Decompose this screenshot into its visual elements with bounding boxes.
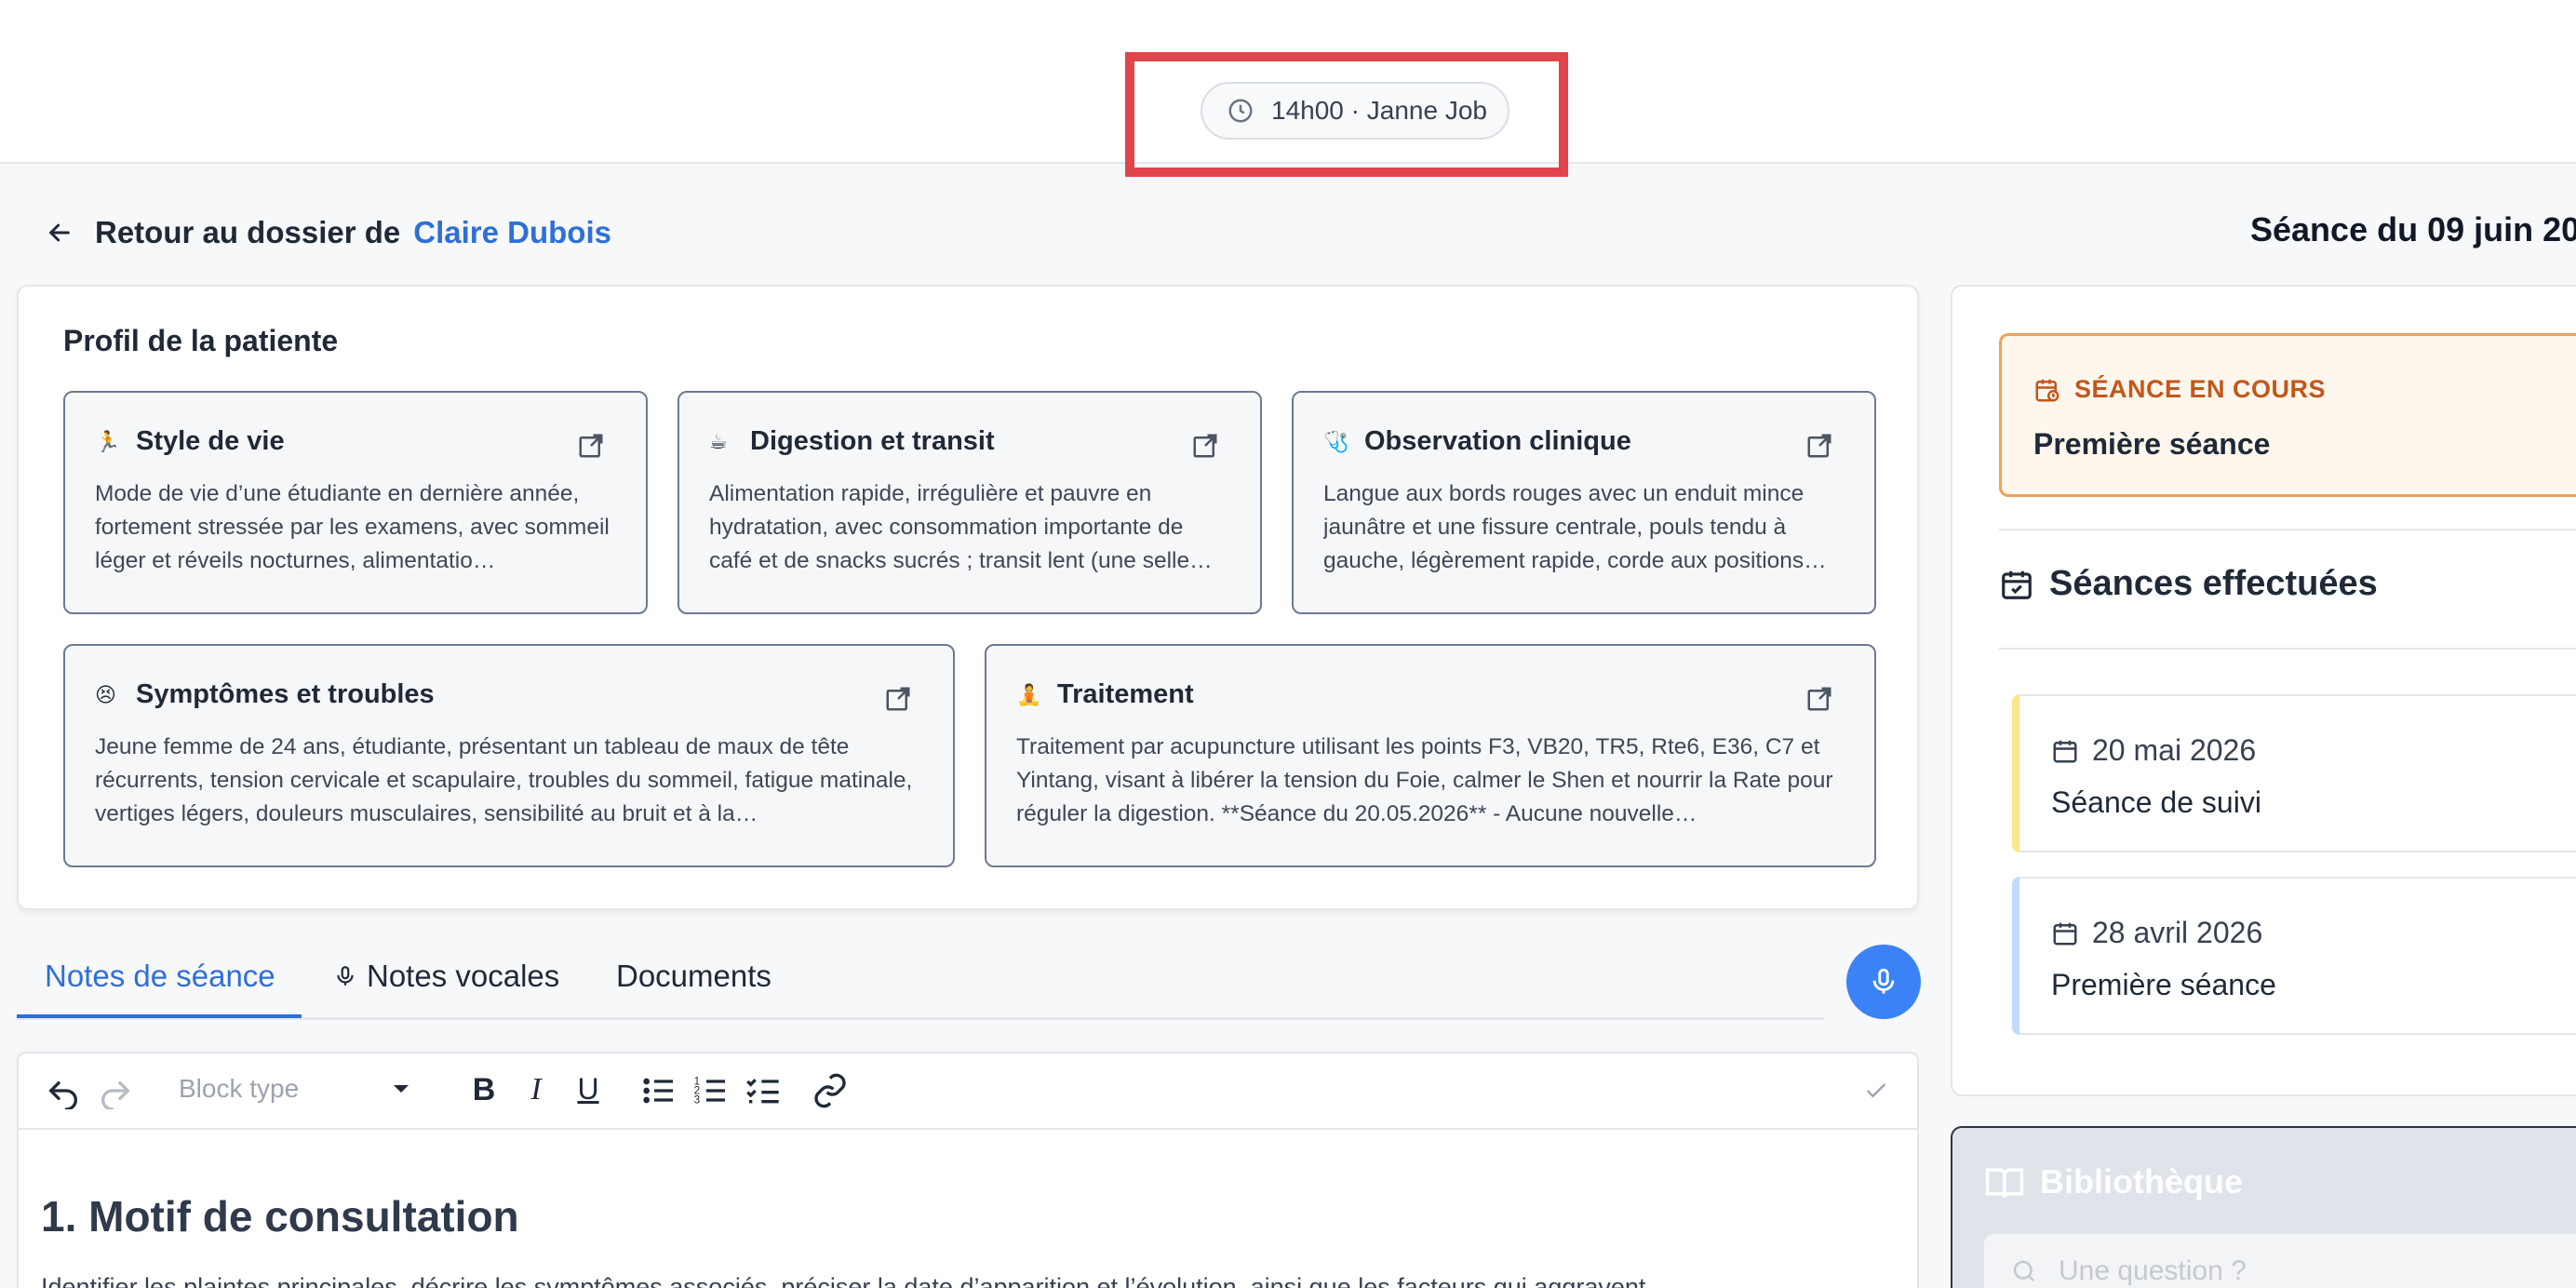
card-title: Digestion et transit xyxy=(750,426,995,456)
external-link-icon[interactable] xyxy=(884,685,912,713)
checklist-icon[interactable] xyxy=(745,1072,782,1109)
external-link-icon[interactable] xyxy=(1805,685,1833,713)
tab-label: Documents xyxy=(616,959,771,993)
tab-voice-notes[interactable]: Notes vocales xyxy=(333,959,559,994)
tab-label: Notes vocales xyxy=(367,959,560,993)
tab-documents[interactable]: Documents xyxy=(616,959,771,994)
section-heading: 1. Motif de consultation xyxy=(41,1192,519,1241)
runner-icon: 🏃 xyxy=(95,429,121,453)
undo-icon[interactable] xyxy=(45,1072,82,1109)
back-label: Retour au dossier de xyxy=(95,215,401,249)
numbered-list-icon[interactable]: 123 xyxy=(692,1072,730,1109)
coffee-icon: ☕ xyxy=(709,429,728,453)
tab-session-notes[interactable]: Notes de séance xyxy=(45,959,275,994)
editor-toolbar: Block type B I U 123 xyxy=(19,1053,1917,1130)
library-search-input[interactable]: Une question ? xyxy=(1984,1234,2576,1288)
redo-icon[interactable] xyxy=(97,1072,134,1109)
back-link[interactable]: Retour au dossier de Claire Dubois xyxy=(45,210,611,255)
underline-button[interactable]: U xyxy=(570,1072,607,1109)
stethoscope-icon: 🩺 xyxy=(1323,429,1349,453)
session-card[interactable]: 20 mai 2026 Séance de suivi xyxy=(2012,694,2576,852)
card-text: Traitement par acupuncture utilisant les… xyxy=(1016,734,1833,826)
session-type: Première séance xyxy=(2051,968,2276,1001)
card-title: Observation clinique xyxy=(1364,426,1631,456)
calendar-icon xyxy=(2053,740,2077,762)
sessions-panel: SÉANCE EN COURS Première séance Séances … xyxy=(1951,285,2576,1096)
profile-card-digestion[interactable]: ☕ Digestion et transit Alimentation rapid… xyxy=(678,391,1262,614)
face-icon: 😣 xyxy=(95,682,116,706)
external-link-icon[interactable] xyxy=(1191,432,1219,460)
profile-card-clinical[interactable]: 🩺 Observation clinique Langue aux bords r… xyxy=(1292,391,1876,614)
highlight-frame xyxy=(1125,52,1568,177)
patient-name-link[interactable]: Claire Dubois xyxy=(413,215,611,250)
external-link-icon[interactable] xyxy=(1805,432,1833,460)
search-placeholder: Une question ? xyxy=(2059,1255,2247,1286)
active-tab-indicator xyxy=(17,1014,302,1018)
library-title: Bibliothèque xyxy=(2040,1162,2243,1201)
card-text: Langue aux bords rouges avec un enduit m… xyxy=(1323,481,1827,573)
calendar-check-icon xyxy=(2002,570,2032,599)
mic-icon xyxy=(337,966,354,986)
mic-icon xyxy=(1872,968,1895,994)
current-session-label: SÉANCE EN COURS xyxy=(2074,375,2327,403)
card-title: Traitement xyxy=(1057,679,1194,709)
top-bar: 14h00 · Janne Job xyxy=(0,0,2576,177)
calendar-icon xyxy=(2053,922,2077,945)
profile-card-symptoms[interactable]: 😣 Symptômes et troubles Jeune femme de 24… xyxy=(63,644,955,867)
svg-text:3: 3 xyxy=(694,1093,700,1106)
session-date: 20 mai 2026 xyxy=(2092,733,2257,767)
profile-card-lifestyle[interactable]: 🏃 Style de vie Mode de vie d’une étudiant… xyxy=(63,391,648,614)
external-link-icon[interactable] xyxy=(577,432,605,460)
search-icon xyxy=(2013,1260,2034,1281)
completed-sessions-title: Séances effectuées xyxy=(1999,564,2378,604)
session-stripe xyxy=(2012,877,2019,1035)
check-icon xyxy=(1866,1083,1886,1098)
card-text: Alimentation rapide, irrégulière et pauv… xyxy=(709,481,1213,573)
block-type-select[interactable]: Block type xyxy=(179,1074,411,1104)
block-type-placeholder: Block type xyxy=(179,1074,300,1103)
card-title: Symptômes et troubles xyxy=(136,679,435,709)
card-title: Style de vie xyxy=(136,426,285,456)
link-icon[interactable] xyxy=(812,1072,849,1109)
divider xyxy=(1999,648,2576,650)
patient-profile-card: Profil de la patiente 🏃 Style de vie Mode… xyxy=(17,285,1919,910)
record-voice-button[interactable] xyxy=(1846,945,1921,1019)
profile-card-treatment[interactable]: 🧘 Traitement Traitement par acupuncture u… xyxy=(985,644,1876,867)
chevron-down-icon xyxy=(394,1085,409,1093)
session-stripe xyxy=(2012,694,2019,852)
session-date: 28 avril 2026 xyxy=(2092,916,2263,949)
tab-label: Notes de séance xyxy=(45,959,275,993)
section-paragraph: Identifier les plaintes principales, déc… xyxy=(41,1273,1646,1288)
session-title: Séance du 09 juin 20 xyxy=(2250,210,2576,248)
divider xyxy=(1999,529,2576,530)
current-session-name: Première séance xyxy=(2033,427,2271,461)
notes-tabs: Notes de séance Notes vocales Documents xyxy=(17,946,1824,1020)
library-panel: Bibliothèque Une question ? xyxy=(1951,1126,2576,1288)
card-text: Mode de vie d’une étudiante en dernière … xyxy=(95,481,610,573)
italic-button[interactable]: I xyxy=(517,1072,555,1109)
current-session-card[interactable]: SÉANCE EN COURS Première séance xyxy=(1999,333,2576,497)
meditation-icon: 🧘 xyxy=(1016,682,1042,706)
bold-button[interactable]: B xyxy=(465,1072,503,1109)
bullet-list-icon[interactable] xyxy=(640,1072,678,1109)
session-type: Séance de suivi xyxy=(2051,785,2261,819)
session-card[interactable]: 28 avril 2026 Première séance xyxy=(2012,877,2576,1035)
arrow-left-icon xyxy=(48,223,70,242)
card-text: Jeune femme de 24 ans, étudiante, présen… xyxy=(95,734,913,826)
profile-title: Profil de la patiente xyxy=(63,324,339,357)
completed-sessions-label: Séances effectuées xyxy=(2049,564,2378,603)
book-icon xyxy=(1985,1168,2024,1198)
notes-editor[interactable]: Block type B I U 123 1. Motif de consult… xyxy=(17,1052,1919,1288)
calendar-clock-icon xyxy=(2035,379,2059,401)
